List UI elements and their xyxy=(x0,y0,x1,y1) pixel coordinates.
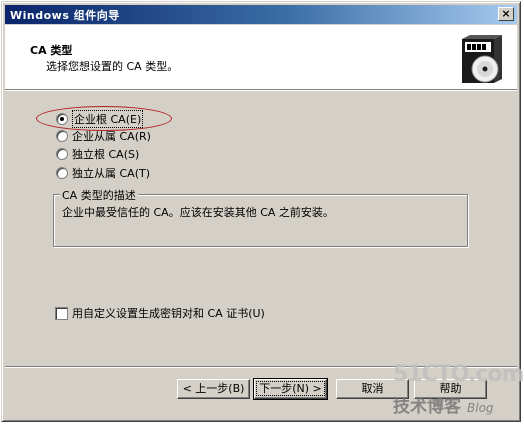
header-separator-highlight xyxy=(5,90,517,91)
custom-settings-checkbox[interactable] xyxy=(55,306,68,320)
radio-standalone-subordinate[interactable]: 独立从属 CA(T) xyxy=(56,165,150,181)
close-icon: × xyxy=(501,7,511,20)
radio-label: 企业从属 CA(R) xyxy=(72,130,151,143)
radio-button[interactable] xyxy=(56,148,68,160)
custom-settings-option[interactable]: 用自定义设置生成密钥对和 CA 证书(U) xyxy=(55,305,265,321)
radio-label: 独立根 CA(S) xyxy=(72,148,140,161)
description-group-title: CA 类型的描述 xyxy=(60,187,138,203)
cancel-button[interactable]: 取消 xyxy=(336,379,409,399)
next-button[interactable]: 下一步(N) > xyxy=(253,378,328,400)
footer-separator-highlight xyxy=(5,367,517,368)
radio-enterprise-root[interactable]: 企业根 CA(E) xyxy=(56,110,144,128)
wizard-window: Windows 组件向导 × CA 类型 选择您想设置的 CA 类型。 企业根 … xyxy=(1,1,521,422)
help-button[interactable]: 帮助 xyxy=(414,379,487,399)
description-text: 企业中最受信任的 CA。应该在安装其他 CA 之前安装。 xyxy=(62,206,334,219)
next-button-label: 下一步(N) > xyxy=(256,381,325,396)
close-button[interactable]: × xyxy=(498,7,514,21)
page-title: CA 类型 xyxy=(30,44,73,57)
window-title: Windows 组件向导 xyxy=(10,9,120,22)
radio-enterprise-subordinate[interactable]: 企业从属 CA(R) xyxy=(56,128,151,144)
radio-button[interactable] xyxy=(56,130,68,142)
radio-label: 企业根 CA(E) xyxy=(72,110,144,128)
checkbox-label: 用自定义设置生成密钥对和 CA 证书(U) xyxy=(72,307,265,320)
radio-label: 独立从属 CA(T) xyxy=(72,167,151,180)
radio-button[interactable] xyxy=(56,113,68,125)
radio-standalone-root[interactable]: 独立根 CA(S) xyxy=(56,146,139,162)
back-button[interactable]: < 上一步(B) xyxy=(177,379,250,399)
wizard-header: CA 类型 选择您想设置的 CA 类型。 xyxy=(5,25,517,89)
page-subtitle: 选择您想设置的 CA 类型。 xyxy=(46,60,179,73)
title-bar[interactable]: Windows 组件向导 × xyxy=(5,5,517,24)
radio-button[interactable] xyxy=(56,167,68,179)
cd-box-icon xyxy=(462,35,502,83)
